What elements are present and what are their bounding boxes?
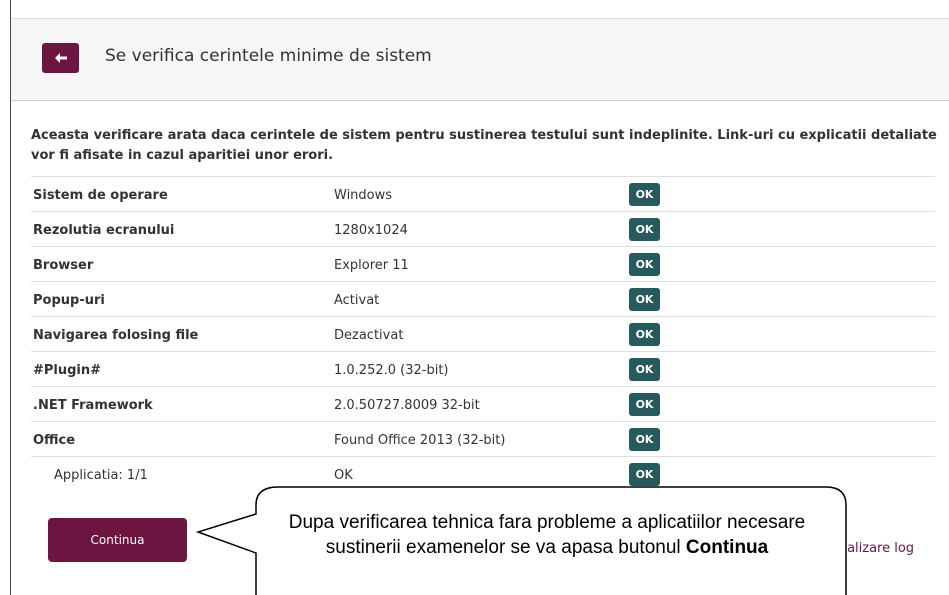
ok-status-badge: OK — [629, 428, 660, 451]
check-label: Navigarea folosing file — [33, 328, 199, 343]
ok-status-badge: OK — [629, 183, 660, 206]
check-value: 1280x1024 — [334, 223, 408, 238]
check-value: OK — [334, 468, 353, 483]
check-value: Windows — [334, 188, 393, 203]
check-value: 1.0.252.0 (32-bit) — [334, 363, 449, 378]
callout-text: Dupa verificarea tehnica fara probleme a… — [262, 510, 832, 560]
page-title: Se verifica cerintele minime de sistem — [105, 46, 432, 66]
check-row: Navigarea folosing file Dezactivat OK — [31, 316, 935, 351]
check-row: Sistem de operare Windows OK — [31, 176, 935, 211]
arrow-left-icon — [54, 53, 67, 63]
check-value: Activat — [334, 293, 380, 308]
view-log-link[interactable]: zualizare log — [832, 541, 914, 556]
check-row: Browser Explorer 11 OK — [31, 246, 935, 281]
check-row: Office Found Office 2013 (32-bit) OK — [31, 421, 935, 456]
check-row: Rezolutia ecranului 1280x1024 OK — [31, 211, 935, 246]
back-button[interactable] — [42, 43, 79, 73]
check-row: Applicatia: 1/1 OK OK — [31, 456, 935, 491]
ok-status-badge: OK — [629, 358, 660, 381]
check-row: Popup-uri Activat OK — [31, 281, 935, 316]
check-label: Browser — [33, 258, 94, 273]
check-label: Rezolutia ecranului — [33, 223, 175, 238]
ok-status-badge: OK — [629, 218, 660, 241]
ok-status-badge: OK — [629, 463, 660, 486]
check-row: #Plugin# 1.0.252.0 (32-bit) OK — [31, 351, 935, 386]
system-check-table: Sistem de operare Windows OK Rezolutia e… — [31, 176, 935, 491]
check-label: Office — [33, 433, 76, 448]
ok-status-badge: OK — [629, 253, 660, 276]
check-label: Applicatia: 1/1 — [54, 468, 148, 483]
check-value: Explorer 11 — [334, 258, 409, 273]
check-value: 2.0.50727.8009 32-bit — [334, 398, 480, 413]
ok-status-badge: OK — [629, 393, 660, 416]
continue-button[interactable]: Continua — [48, 518, 187, 562]
callout-text-emphasis: Continua — [685, 537, 769, 558]
page-header: Se verifica cerintele minime de sistem — [11, 18, 949, 101]
app-frame: Se verifica cerintele minime de sistem A… — [10, 0, 949, 595]
check-label: Sistem de operare — [33, 188, 168, 203]
ok-status-badge: OK — [629, 288, 660, 311]
ok-status-badge: OK — [629, 323, 660, 346]
check-row: .NET Framework 2.0.50727.8009 32-bit OK — [31, 386, 935, 421]
check-label: Popup-uri — [33, 293, 105, 308]
check-label: #Plugin# — [33, 363, 102, 378]
check-value: Found Office 2013 (32-bit) — [334, 433, 506, 448]
check-label: .NET Framework — [33, 398, 153, 413]
check-value: Dezactivat — [334, 328, 404, 343]
intro-text: Aceasta verificare arata daca cerintele … — [31, 128, 937, 163]
